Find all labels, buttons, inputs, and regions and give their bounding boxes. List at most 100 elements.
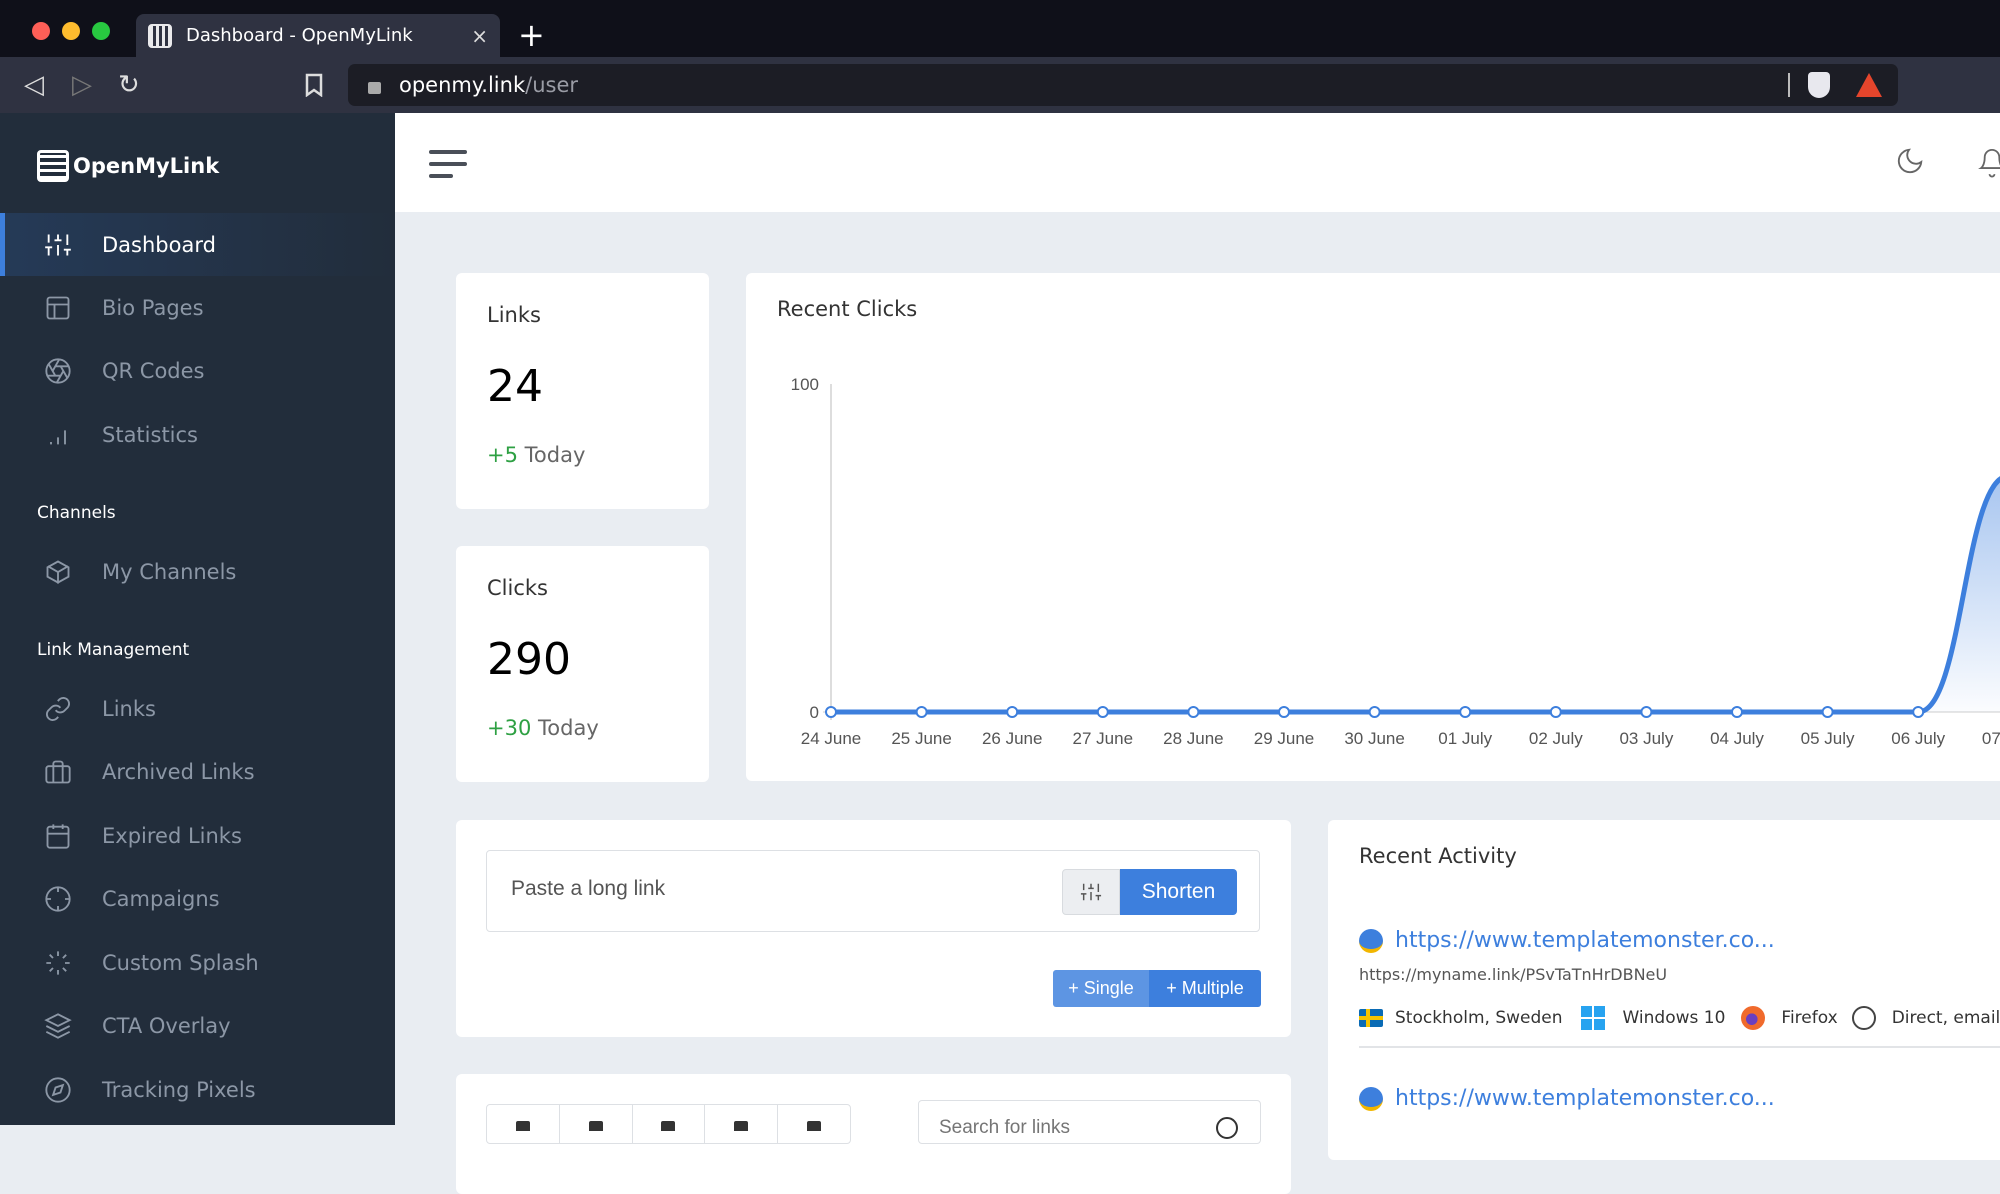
sidebar-item-label: QR Codes bbox=[102, 358, 205, 383]
series-line bbox=[831, 476, 2000, 715]
data-point bbox=[1096, 706, 1109, 718]
sidebar-item-label: Bio Pages bbox=[102, 295, 204, 320]
clicks-stat-card[interactable]: Clicks 290 +30 Today bbox=[456, 546, 709, 782]
data-point bbox=[1821, 706, 1834, 718]
activity-link[interactable]: https://www.templatemonster.co... bbox=[1359, 1086, 2000, 1111]
sidebar-item-dashboard[interactable]: Dashboard bbox=[0, 213, 395, 276]
x-tick-label: 05 July bbox=[1801, 729, 1855, 748]
address-bar[interactable]: openmy.link/user bbox=[348, 64, 1898, 106]
crosshair-icon bbox=[42, 883, 74, 915]
campaign-button[interactable] bbox=[705, 1105, 779, 1143]
x-tick-label: 06 July bbox=[1891, 729, 1945, 748]
sidebar-item-custom-splash[interactable]: Custom Splash bbox=[0, 931, 395, 994]
advanced-options-button[interactable] bbox=[1062, 869, 1120, 915]
shorten-link-card: Shorten + Single + Multiple bbox=[456, 820, 1291, 1037]
stat-value: 24 bbox=[487, 361, 543, 412]
sidebar-item-label: Tracking Pixels bbox=[102, 1077, 256, 1102]
calendar-icon bbox=[42, 820, 74, 852]
sidebar-item-statistics[interactable]: Statistics bbox=[0, 403, 395, 466]
sidebar-item-label: Campaigns bbox=[102, 886, 220, 911]
browser-tab[interactable]: Dashboard - OpenMyLink × bbox=[136, 14, 500, 57]
compass-icon bbox=[42, 1074, 74, 1106]
bookmark-icon[interactable] bbox=[305, 73, 323, 97]
box-icon bbox=[42, 556, 74, 588]
site-favicon-icon bbox=[1359, 928, 1383, 953]
trash-icon bbox=[807, 1121, 822, 1131]
sidebar-item-tracking-pixels[interactable]: Tracking Pixels bbox=[0, 1058, 395, 1121]
sidebar-item-campaigns[interactable]: Campaigns bbox=[0, 867, 395, 930]
tab-favicon-icon bbox=[148, 23, 172, 48]
book-icon bbox=[734, 1121, 749, 1131]
single-link-button[interactable]: + Single bbox=[1053, 970, 1149, 1007]
data-point bbox=[825, 706, 837, 718]
menu-toggle-icon[interactable] bbox=[429, 150, 467, 186]
notifications-bell-icon[interactable] bbox=[1977, 145, 2000, 179]
multiple-links-button[interactable]: + Multiple bbox=[1149, 970, 1261, 1007]
stat-delta: +30 Today bbox=[487, 716, 599, 740]
links-search bbox=[918, 1100, 1261, 1144]
channel-button[interactable] bbox=[633, 1105, 706, 1143]
layers-icon bbox=[42, 1010, 74, 1042]
activity-referrer: Direct, email or o bbox=[1891, 1008, 2000, 1028]
select-all-button[interactable] bbox=[487, 1105, 560, 1143]
brand-name: OpenMyLink bbox=[73, 154, 220, 178]
x-tick-label: 25 June bbox=[891, 729, 952, 748]
data-point bbox=[1006, 706, 1019, 718]
link-management-heading: Link Management bbox=[37, 640, 190, 660]
dark-mode-icon[interactable] bbox=[1895, 146, 1925, 176]
brave-shields-icon[interactable] bbox=[1808, 72, 1830, 98]
link-icon bbox=[42, 693, 74, 725]
sidebar-item-my-channels[interactable]: My Channels bbox=[0, 540, 395, 603]
data-point bbox=[1368, 706, 1381, 718]
recent-clicks-card: Recent Clicks 0 100 24 June 25 June 26 June 2… bbox=[746, 273, 2000, 781]
bulk-actions-toolbar bbox=[486, 1104, 851, 1144]
tab-title: Dashboard - OpenMyLink bbox=[186, 25, 413, 46]
brave-rewards-icon[interactable] bbox=[1856, 73, 1882, 97]
briefcase-icon bbox=[588, 1121, 603, 1131]
stat-label: Clicks bbox=[487, 576, 548, 600]
search-icon[interactable] bbox=[1216, 1117, 1238, 1139]
tab-close-icon[interactable]: × bbox=[471, 24, 488, 48]
long-link-input[interactable] bbox=[511, 877, 1011, 901]
activity-url[interactable]: https://www.templatemonster.co... bbox=[1395, 928, 1775, 953]
x-tick-label: 02 July bbox=[1529, 729, 1583, 748]
stat-delta-value: +5 bbox=[487, 443, 518, 467]
sidebar-item-links[interactable]: Links bbox=[0, 677, 395, 740]
forward-icon[interactable]: ▷ bbox=[72, 67, 92, 103]
sidebar-item-expired-links[interactable]: Expired Links bbox=[0, 804, 395, 867]
reload-icon[interactable]: ↻ bbox=[118, 67, 140, 103]
close-window-button[interactable] bbox=[32, 22, 50, 40]
stat-delta-value: +30 bbox=[487, 716, 532, 740]
x-tick-label: 30 June bbox=[1344, 729, 1405, 748]
delete-button[interactable] bbox=[778, 1105, 850, 1143]
shorten-button[interactable]: Shorten bbox=[1120, 869, 1237, 915]
sliders-icon bbox=[42, 229, 74, 261]
sidebar-item-label: CTA Overlay bbox=[102, 1013, 231, 1038]
x-tick-label: 07 July bbox=[1982, 729, 2000, 748]
checkbox-icon bbox=[515, 1121, 530, 1131]
activity-link[interactable]: https://www.templatemonster.co... bbox=[1359, 928, 2000, 953]
x-tick-label: 29 June bbox=[1254, 729, 1315, 748]
search-links-input[interactable] bbox=[939, 1117, 1199, 1139]
sidebar-item-archived-links[interactable]: Archived Links bbox=[0, 740, 395, 803]
sidebar-item-qr-codes[interactable]: QR Codes bbox=[0, 339, 395, 402]
browser-toolbar: ◁ ▷ ↻ openmy.link/user bbox=[0, 57, 2000, 113]
data-point bbox=[1640, 706, 1653, 718]
maximize-window-button[interactable] bbox=[92, 22, 110, 40]
sweden-flag-icon bbox=[1359, 1009, 1383, 1027]
links-stat-card[interactable]: Links 24 +5 Today bbox=[456, 273, 709, 509]
x-tick-label: 28 June bbox=[1163, 729, 1224, 748]
activity-item: https://www.templatemonster.co... bbox=[1359, 1086, 2000, 1111]
stat-label: Links bbox=[487, 303, 541, 327]
sidebar-item-cta-overlay[interactable]: CTA Overlay bbox=[0, 994, 395, 1057]
activity-url[interactable]: https://www.templatemonster.co... bbox=[1395, 1086, 1775, 1111]
brand-logo[interactable]: OpenMyLink bbox=[37, 150, 219, 182]
archive-button[interactable] bbox=[560, 1105, 633, 1143]
new-tab-button[interactable]: + bbox=[518, 14, 545, 57]
activity-os: Windows 10 bbox=[1622, 1008, 1726, 1028]
sidebar-item-bio-pages[interactable]: Bio Pages bbox=[0, 276, 395, 339]
globe-icon bbox=[1851, 1006, 1876, 1030]
back-icon[interactable]: ◁ bbox=[24, 67, 44, 103]
minimize-window-button[interactable] bbox=[62, 22, 80, 40]
layout-icon bbox=[42, 292, 74, 324]
